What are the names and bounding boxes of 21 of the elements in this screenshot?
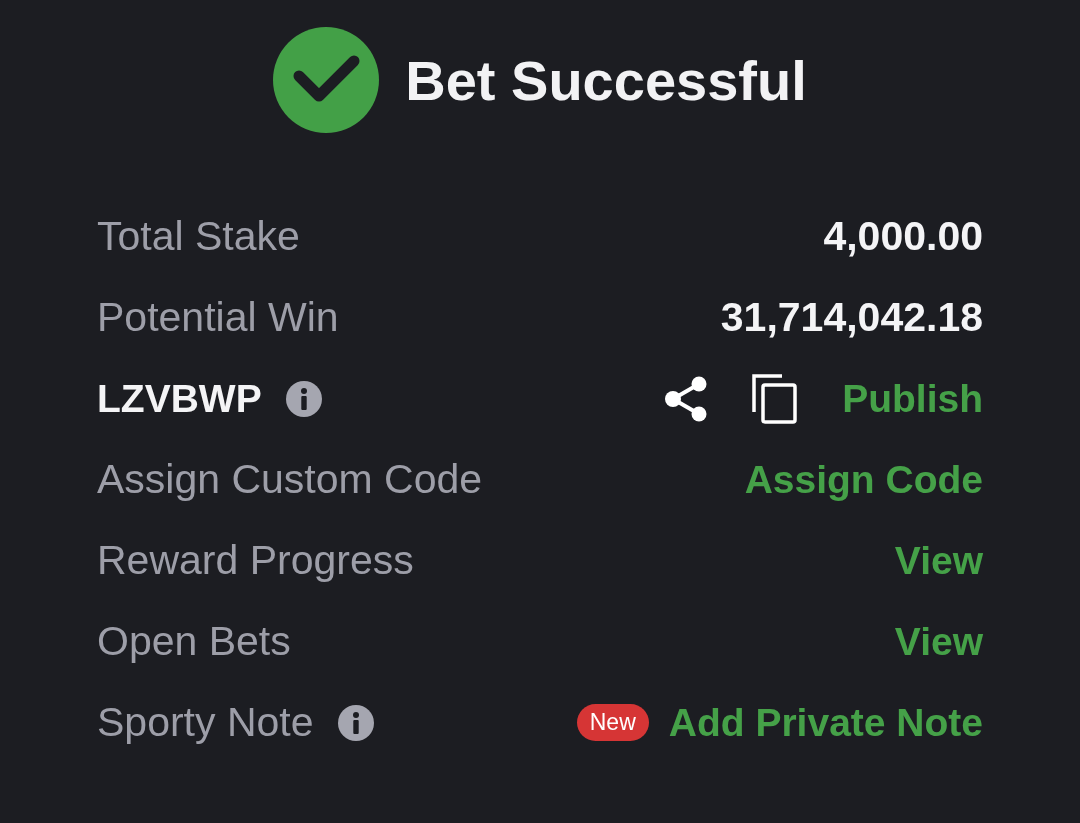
row-label: Open Bets [97, 618, 291, 665]
publish-link[interactable]: Publish [842, 376, 983, 421]
add-note-link[interactable]: Add Private Note [668, 700, 983, 745]
action-link[interactable]: Assign Code [744, 457, 983, 502]
booking-code: LZVBWP [97, 376, 262, 421]
action-link[interactable]: View [894, 619, 983, 664]
row-label: Potential Win [97, 294, 339, 341]
share-icon[interactable] [664, 375, 709, 422]
check-circle-icon [273, 27, 380, 133]
row-value: 4,000.00 [823, 213, 983, 260]
row-label: Total Stake [97, 213, 300, 260]
copy-icon[interactable] [752, 373, 799, 424]
info-icon[interactable] [285, 380, 322, 417]
info-icon[interactable] [337, 704, 374, 741]
new-badge: New [576, 704, 649, 741]
action-link[interactable]: View [894, 538, 983, 583]
row-label: Reward Progress [97, 537, 414, 584]
row-value: 31,714,042.18 [720, 294, 983, 341]
row-label: Assign Custom Code [97, 456, 483, 503]
success-title: Bet Successful [405, 47, 807, 113]
row-label: Sporty Note [97, 699, 314, 746]
